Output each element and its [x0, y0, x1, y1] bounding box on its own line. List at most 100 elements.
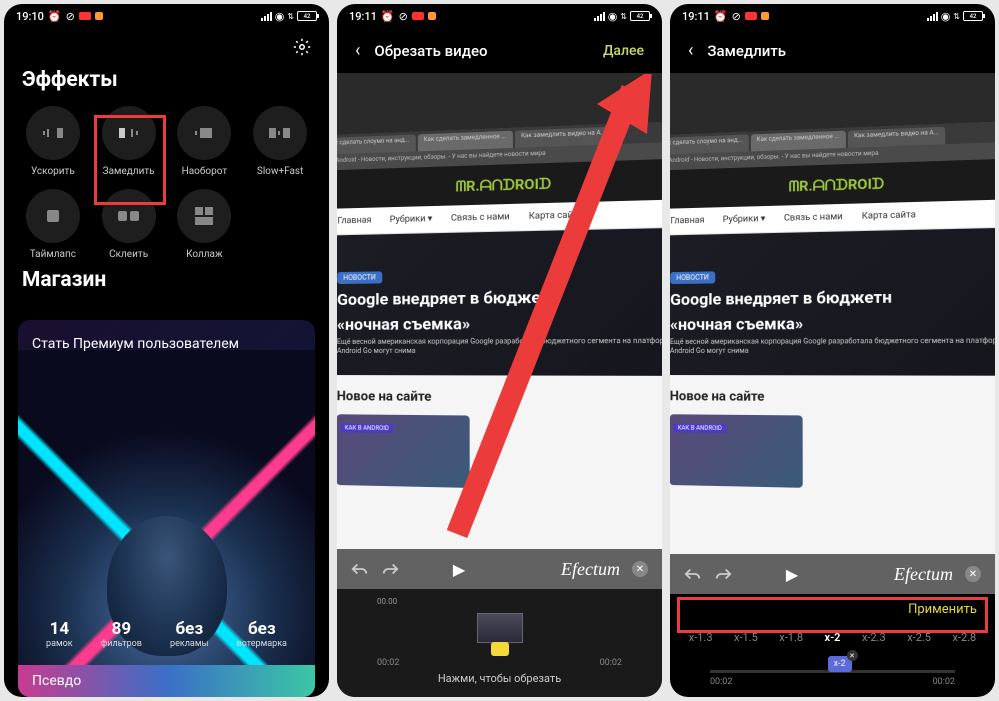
stat-nowatermark: безвотермарка — [237, 619, 287, 649]
playhead-marker[interactable] — [491, 642, 509, 656]
hero-sub: Ещё весной американская корпорация Googl… — [337, 337, 662, 357]
site-logo: ᗰR.ᗩᑎᗪROIᗪ — [789, 176, 885, 195]
section-heading: Новое на сайте — [337, 375, 662, 413]
brand-watermark: Efectum — [894, 564, 953, 585]
highlight-annotation — [94, 115, 166, 205]
store-title: Магазин — [4, 260, 329, 306]
trim-hint: Нажми, чтобы обрезать — [337, 668, 662, 693]
battery-icon: 42 — [297, 11, 317, 21]
effects-grid: Ускорить Замедлить Наоборот Slow+Fast Та… — [4, 106, 329, 260]
timeline: x-2 ✕ 00:02 00:02 — [670, 654, 995, 697]
redo-icon[interactable] — [714, 566, 732, 582]
data-icon: ⇅ — [620, 12, 627, 21]
alarm-icon: ⏰ — [48, 10, 62, 23]
time-end: 00:02 — [933, 677, 955, 687]
app-icon — [428, 12, 436, 20]
page-title: Обрезать видео — [374, 42, 589, 60]
play-button[interactable]: ▶ — [453, 560, 465, 579]
hero-title: Google внедряет в бюджетн — [337, 286, 662, 309]
undo-icon[interactable] — [351, 561, 369, 577]
video-preview: Как сделать слоумо на анд... Как сделать… — [337, 73, 662, 589]
hero-badge: НОВОСТИ — [337, 271, 382, 284]
nav-item: Карта сайта — [862, 210, 916, 222]
premium-card[interactable]: Стать Премиум пользователем 14рамок 89фи… — [18, 320, 315, 697]
clock: 19:11 — [682, 10, 710, 23]
wifi-icon: ◉ — [941, 10, 951, 23]
collage-icon — [195, 207, 213, 225]
timeline-track[interactable]: x-2 ✕ — [710, 670, 955, 673]
hero-title: «ночная съемка» — [670, 312, 995, 334]
page-title: Замедлить — [707, 42, 977, 60]
remove-speed-icon[interactable]: ✕ — [847, 650, 858, 661]
close-watermark-button[interactable]: ✕ — [965, 566, 981, 582]
pseudo-card[interactable]: Псевдо — [18, 665, 315, 697]
stat-filters: 89фильтров — [101, 619, 142, 649]
preview-controls: ▶ Efectum ✕ — [670, 554, 995, 594]
article-thumb: КАК В ANDROID — [337, 414, 470, 488]
brand-watermark: Efectum — [561, 559, 620, 580]
back-button[interactable]: ‹ — [688, 40, 693, 61]
effect-timelapse[interactable]: Таймлапс — [18, 189, 88, 260]
nav-item: Рубрики ▾ — [390, 214, 433, 225]
article-thumb: КАК В ANDROID — [670, 414, 803, 488]
preview-controls: ▶ Efectum ✕ — [337, 549, 662, 589]
time-start: 00:02 — [710, 677, 732, 687]
effect-reverse[interactable]: Наоборот — [170, 106, 240, 177]
status-bar: 19:10 ⏰ ⊘ ◉ ⇅ 42 — [4, 4, 329, 28]
effect-collage[interactable]: Коллаж — [170, 189, 240, 260]
back-button[interactable]: ‹ — [355, 40, 360, 61]
clock: 19:10 — [16, 10, 44, 23]
nav-item: Связь с нами — [451, 212, 510, 224]
status-bar: 19:11 ⏰ ⊘ ◉ ⇅ 42 — [337, 4, 662, 28]
close-watermark-button[interactable]: ✕ — [632, 561, 648, 577]
next-button[interactable]: Далее — [603, 43, 644, 59]
premium-title: Стать Премиум пользователем — [18, 320, 315, 368]
screen-trim: 19:11 ⏰ ⊘ ◉ ⇅ 42 ‹ Обрезать видео Далее … — [337, 4, 662, 697]
effect-slowfast[interactable]: Slow+Fast — [245, 106, 315, 177]
alarm-icon: ⏰ — [381, 10, 395, 23]
hero-badge: НОВОСТИ — [670, 271, 715, 284]
play-button[interactable]: ▶ — [786, 565, 798, 584]
premium-stats: 14рамок 89фильтров безрекламы безвотерма… — [32, 619, 301, 649]
app-icon — [761, 12, 769, 20]
timeline: 00.00 00:02 00:02 Нажми, чтобы обрезать — [337, 589, 662, 697]
time-tick: 00.00 — [377, 597, 397, 606]
data-icon: ⇅ — [287, 12, 294, 21]
dnd-icon: ⊘ — [732, 10, 741, 23]
frame-thumb — [477, 613, 523, 643]
speed-badge[interactable]: x-2 ✕ — [828, 656, 852, 672]
screen-slowdown: 19:11 ⏰ ⊘ ◉ ⇅ 42 ‹ Замедлить Как сделать… — [670, 4, 995, 697]
battery-icon: 42 — [630, 11, 650, 21]
effects-title: Эффекты — [4, 60, 329, 106]
reverse-icon — [195, 126, 213, 140]
youtube-icon — [745, 12, 757, 20]
highlight-annotation — [677, 597, 988, 633]
app-icon — [95, 12, 103, 20]
status-bar: 19:11 ⏰ ⊘ ◉ ⇅ 42 — [670, 4, 995, 28]
youtube-icon — [412, 12, 424, 20]
preview-content: Как сделать слоумо на анд... Как сделать… — [337, 120, 662, 589]
stat-frames: 14рамок — [46, 619, 73, 649]
nav-item: Связь с нами — [784, 212, 843, 224]
redo-icon[interactable] — [381, 561, 399, 577]
signal-icon — [261, 12, 272, 21]
settings-icon[interactable] — [293, 38, 311, 56]
preview-content: Как сделать слоумо на анд... Как сделать… — [670, 120, 995, 594]
alarm-icon: ⏰ — [714, 10, 728, 23]
top-nav: ‹ Обрезать видео Далее — [337, 28, 662, 73]
timeline-strip[interactable] — [377, 610, 622, 646]
browser-tab: Как замедлить видео на А... — [848, 127, 946, 148]
browser-tab: Как сделать замедленное ... — [417, 131, 512, 152]
hero-title: «ночная съемка» — [337, 312, 662, 334]
dnd-icon: ⊘ — [66, 10, 75, 23]
speedup-icon — [43, 126, 63, 140]
undo-icon[interactable] — [684, 566, 702, 582]
clock: 19:11 — [349, 10, 377, 23]
stat-noads: безрекламы — [170, 619, 208, 649]
top-nav: ‹ Замедлить — [670, 28, 995, 73]
nav-item: Карта сайта — [529, 210, 583, 222]
browser-tab: Как сделать слоумо на анд... — [670, 135, 748, 155]
signal-icon — [594, 12, 605, 21]
merge-icon — [118, 209, 140, 223]
effect-speedup[interactable]: Ускорить — [18, 106, 88, 177]
